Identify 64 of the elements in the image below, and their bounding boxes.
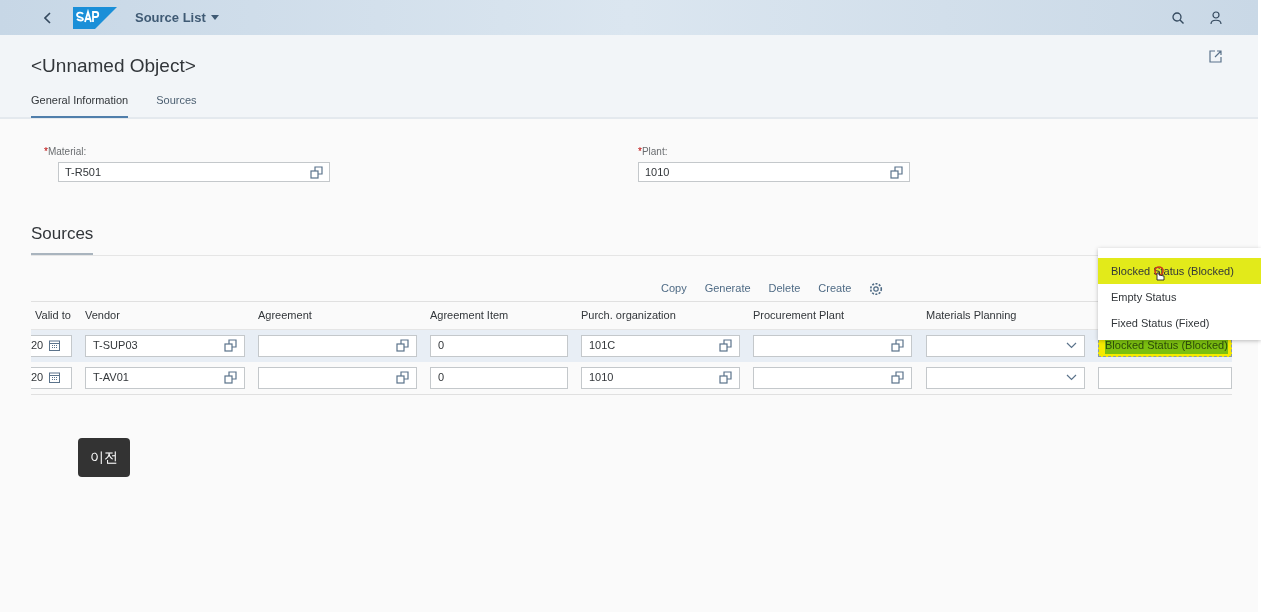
field-label: *Material: (44, 145, 88, 159)
date-field[interactable]: 20 (31, 366, 72, 389)
column-header: Purch. organization (581, 307, 677, 323)
chevron-down-icon (1066, 342, 1077, 349)
column-header: Vendor (85, 307, 121, 323)
input-field[interactable]: T-SUP03 (85, 334, 245, 357)
user-icon (1210, 11, 1222, 24)
section-title: Sources (31, 221, 94, 255)
toolbar-button[interactable]: Delete (768, 280, 801, 297)
toolbar-button[interactable]: Copy (661, 280, 687, 297)
tooltip: 이전 (78, 438, 130, 477)
app-title-menu[interactable]: Source List (135, 7, 219, 28)
column-header: Materials Planning (926, 307, 1018, 323)
value-help-icon (719, 339, 732, 352)
select-field[interactable] (926, 334, 1085, 357)
column-header: Procurement Plant (753, 307, 846, 323)
input-field[interactable] (258, 334, 417, 357)
toolbar-button[interactable]: Generate (704, 280, 751, 297)
tab[interactable]: General Information (31, 91, 129, 118)
value-help-icon (891, 339, 904, 352)
search-button[interactable] (1172, 11, 1184, 24)
column-header: Valid to (34, 307, 72, 323)
search-icon (1172, 11, 1184, 24)
user-button[interactable] (1210, 11, 1222, 24)
share-icon (1209, 50, 1222, 63)
calendar-icon (49, 372, 61, 383)
input-field[interactable] (258, 366, 417, 389)
value-help-icon (891, 371, 904, 384)
input-field[interactable]: 0 (430, 366, 568, 389)
calendar-icon (49, 340, 61, 351)
input-field[interactable]: 101C (581, 334, 740, 357)
table-row[interactable]: 20 T-SUP03 0 101C Blocked Status (Blocked) (31, 329, 1232, 362)
caret-icon (210, 15, 219, 20)
input-field[interactable]: 1010 (581, 366, 740, 389)
field-label: *Plant: (638, 145, 669, 159)
value-help-icon (396, 339, 409, 352)
settings-icon (869, 281, 884, 296)
dropdown-option[interactable]: Empty Status (1098, 284, 1261, 310)
column-header: Agreement Item (430, 307, 510, 323)
value-help-icon (224, 371, 237, 384)
date-field[interactable]: 20 (31, 334, 72, 357)
value-help-icon (890, 165, 903, 179)
input-field[interactable] (1098, 366, 1232, 389)
input-field[interactable]: 1010 (638, 162, 910, 182)
value-help-icon (310, 165, 323, 179)
input-field[interactable]: 0 (430, 334, 568, 357)
value-help-icon (719, 371, 732, 384)
input-field[interactable] (753, 334, 912, 357)
share-button[interactable] (1209, 50, 1222, 63)
input-field[interactable]: T-AV01 (85, 366, 245, 389)
logo-icon (73, 6, 117, 29)
back-icon (44, 11, 52, 24)
input-field[interactable] (753, 366, 912, 389)
column-header: Agreement (258, 307, 313, 323)
value-help-icon (396, 371, 409, 384)
value-help-icon (224, 339, 237, 352)
settings-button[interactable] (869, 281, 884, 296)
chevron-down-icon (1066, 374, 1077, 381)
input-field[interactable]: T-R501 (58, 162, 330, 182)
dropdown-option[interactable]: Fixed Status (Fixed) (1098, 310, 1261, 336)
page-title: <Unnamed Object> (31, 54, 196, 78)
select-field[interactable] (926, 366, 1085, 389)
toolbar-button[interactable]: Create (818, 280, 852, 297)
tab[interactable]: Sources (156, 91, 197, 118)
